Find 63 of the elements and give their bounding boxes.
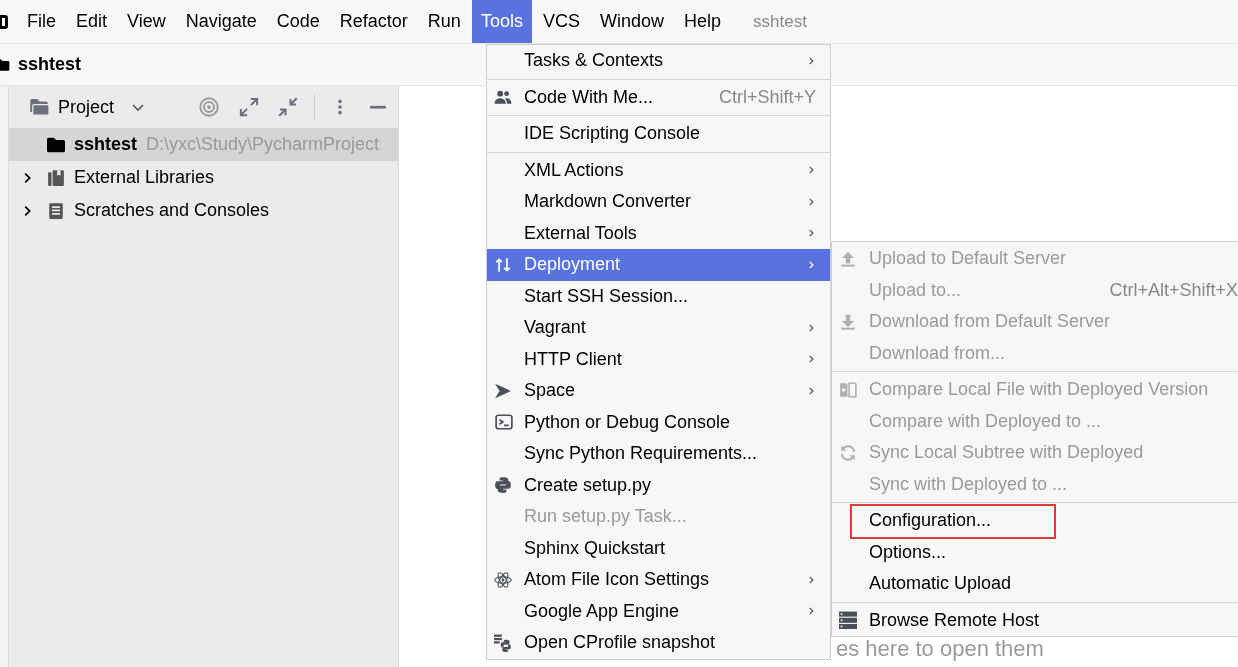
- menu-item[interactable]: Edit: [67, 0, 117, 43]
- upload-icon: [839, 249, 857, 268]
- people-icon: [494, 88, 512, 107]
- menu-item[interactable]: Start SSH Session...: [487, 280, 830, 312]
- expand-all-icon[interactable]: [239, 97, 260, 117]
- menu-item[interactable]: Navigate: [176, 0, 266, 43]
- menu-item[interactable]: Atom File Icon Settings: [487, 564, 830, 596]
- menu-item[interactable]: Sync Python Requirements...: [487, 438, 830, 470]
- tree-item[interactable]: Scratches and Consoles: [9, 194, 398, 227]
- server-icon: [839, 611, 857, 630]
- collapse-all-icon[interactable]: [278, 97, 299, 117]
- menu-item[interactable]: Python or Debug Console: [487, 406, 830, 438]
- keyboard-shortcut: Ctrl+Shift+Y: [717, 86, 816, 108]
- up-down-arrows-icon: [494, 255, 512, 274]
- menu-item[interactable]: Help: [674, 0, 730, 43]
- menu-item[interactable]: Create setup.py: [487, 469, 830, 501]
- locate-icon[interactable]: [199, 97, 220, 117]
- menu-item[interactable]: Tools: [471, 0, 532, 43]
- menu-item[interactable]: View: [118, 0, 175, 43]
- menu-item[interactable]: Configuration...: [832, 505, 1238, 537]
- menu-item[interactable]: Options...: [832, 536, 1238, 568]
- window-title: sshtest: [753, 10, 807, 33]
- empty-editor-hint: es here to open them: [836, 636, 1045, 662]
- menu-item[interactable]: Window: [590, 0, 673, 43]
- folder-icon: [0, 57, 10, 72]
- menu-item[interactable]: External Tools: [487, 217, 830, 249]
- menu-item[interactable]: Google App Engine: [487, 595, 830, 627]
- menu-item[interactable]: Run: [418, 0, 470, 43]
- menu-item[interactable]: Vagrant: [487, 312, 830, 344]
- menu-item[interactable]: VCS: [533, 0, 589, 43]
- breadcrumb-item[interactable]: sshtest: [18, 54, 82, 75]
- menu-item[interactable]: Markdown Converter: [487, 186, 830, 218]
- folder-icon: [27, 97, 51, 117]
- console-icon: [494, 413, 514, 432]
- download-icon: [839, 312, 857, 331]
- tree-item[interactable]: sshtest D:\yxc\Study\PycharmProject: [9, 128, 398, 161]
- menu-item[interactable]: HTTP Client: [487, 343, 830, 375]
- menu-item[interactable]: Browse Remote Host: [832, 604, 1238, 636]
- menu-item[interactable]: Code With Me... Ctrl+Shift+Y: [487, 81, 830, 113]
- play-arrow-icon: [494, 381, 512, 400]
- library-icon: [47, 168, 65, 187]
- atom-icon: [494, 570, 512, 589]
- keyboard-shortcut: Ctrl+Alt+Shift+X: [1108, 279, 1238, 301]
- compare-icon: [839, 380, 857, 399]
- python-icon: [494, 476, 512, 495]
- project-path: D:\yxc\Study\PycharmProject: [146, 134, 380, 155]
- menu-item[interactable]: Code: [267, 0, 329, 43]
- menu-item[interactable]: Refactor: [330, 0, 417, 43]
- menu-item[interactable]: File: [18, 0, 65, 43]
- panel-title[interactable]: Project: [58, 96, 115, 118]
- tree-item[interactable]: External Libraries: [9, 161, 398, 194]
- menu-item[interactable]: Sphinx Quickstart: [487, 532, 830, 564]
- menu-item[interactable]: Tasks & Contexts: [487, 45, 830, 77]
- menu-item[interactable]: XML Actions: [487, 154, 830, 186]
- list-icon: [47, 201, 65, 220]
- menu-item[interactable]: Open CProfile snapshot: [487, 627, 830, 659]
- python-icon: [494, 633, 512, 652]
- menu-item[interactable]: IDE Scripting Console: [487, 118, 830, 150]
- menu-item[interactable]: Space: [487, 375, 830, 407]
- folder-icon: [47, 135, 65, 154]
- menu-item[interactable]: Automatic Upload: [832, 568, 1238, 600]
- sync-icon: [839, 443, 857, 462]
- menu-item[interactable]: Deployment: [487, 249, 830, 281]
